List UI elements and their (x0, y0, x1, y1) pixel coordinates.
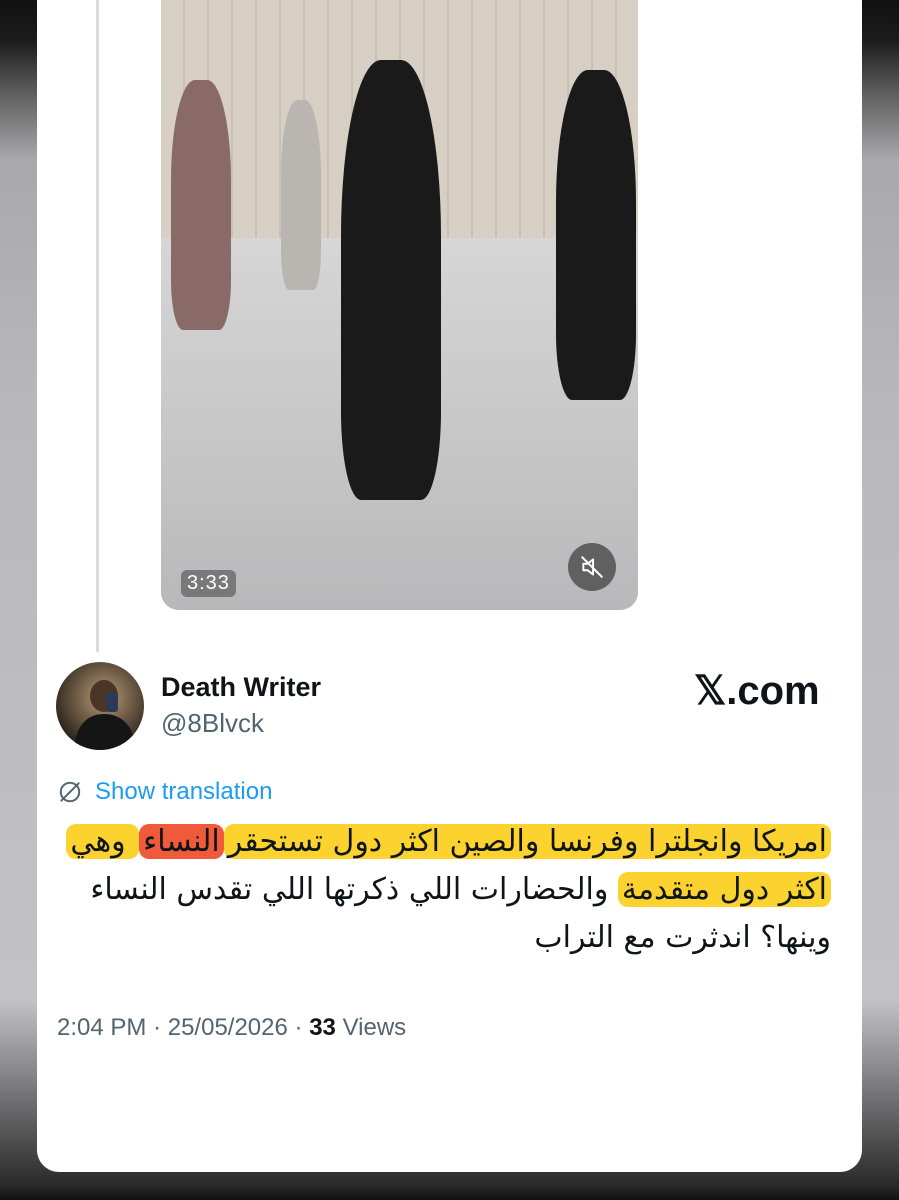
show-translation-label: Show translation (95, 778, 273, 805)
tweet-line-3: وينها؟ اندثرت مع التراب (534, 920, 831, 955)
dancer-figure (171, 80, 231, 330)
tweet-text-segment: وهي (66, 824, 140, 859)
brand-logo: 𝕏.com (694, 669, 820, 713)
tweet-time[interactable]: 2:04 PM (57, 1014, 146, 1041)
views-label: Views (342, 1014, 407, 1041)
tweet-text-segment-red: النساء (139, 824, 224, 859)
dancer-figure (281, 100, 321, 290)
globe-slash-icon (59, 781, 81, 803)
views-count: 33 (309, 1014, 336, 1041)
tweet-text-segment: تستحقر (227, 824, 323, 859)
tweet-text-segment: والحضارات اللي ذكرتها اللي تقدس النساء (90, 872, 618, 907)
video-player[interactable] (161, 0, 638, 610)
dancer-figure (556, 70, 636, 400)
tweet-text-segment: امريكا وانجلترا وفرنسا والصين اكثر دول (322, 824, 827, 859)
mute-button[interactable] (568, 543, 616, 591)
author-handle[interactable]: @8Blvck (161, 708, 264, 739)
meta-separator: · (153, 1014, 162, 1041)
speaker-muted-icon (581, 556, 603, 578)
author-name[interactable]: Death Writer (161, 672, 321, 703)
tweet-line-2: اكثر دول متقدمة والحضارات اللي ذكرتها ال… (56, 866, 831, 914)
tweet-line-1: امريكا وانجلترا وفرنسا والصين اكثر دول ت… (56, 818, 831, 866)
tweet-text-segment: اكثر دول متقدمة (617, 872, 831, 907)
tweet-metadata: 2:04 PM · 25/05/2026 · 33 Views (57, 1014, 406, 1042)
show-translation-button[interactable]: Show translation (57, 778, 272, 806)
tweet-date[interactable]: 25/05/2026 (168, 1014, 288, 1041)
tweet-text: امريكا وانجلترا وفرنسا والصين اكثر دول ت… (56, 818, 831, 962)
avatar[interactable] (56, 662, 144, 750)
avatar-image (74, 680, 136, 750)
thread-connector-line (96, 0, 99, 652)
dancer-figure (341, 60, 441, 500)
video-duration: 3:33 (181, 570, 236, 597)
meta-separator: · (294, 1014, 303, 1041)
